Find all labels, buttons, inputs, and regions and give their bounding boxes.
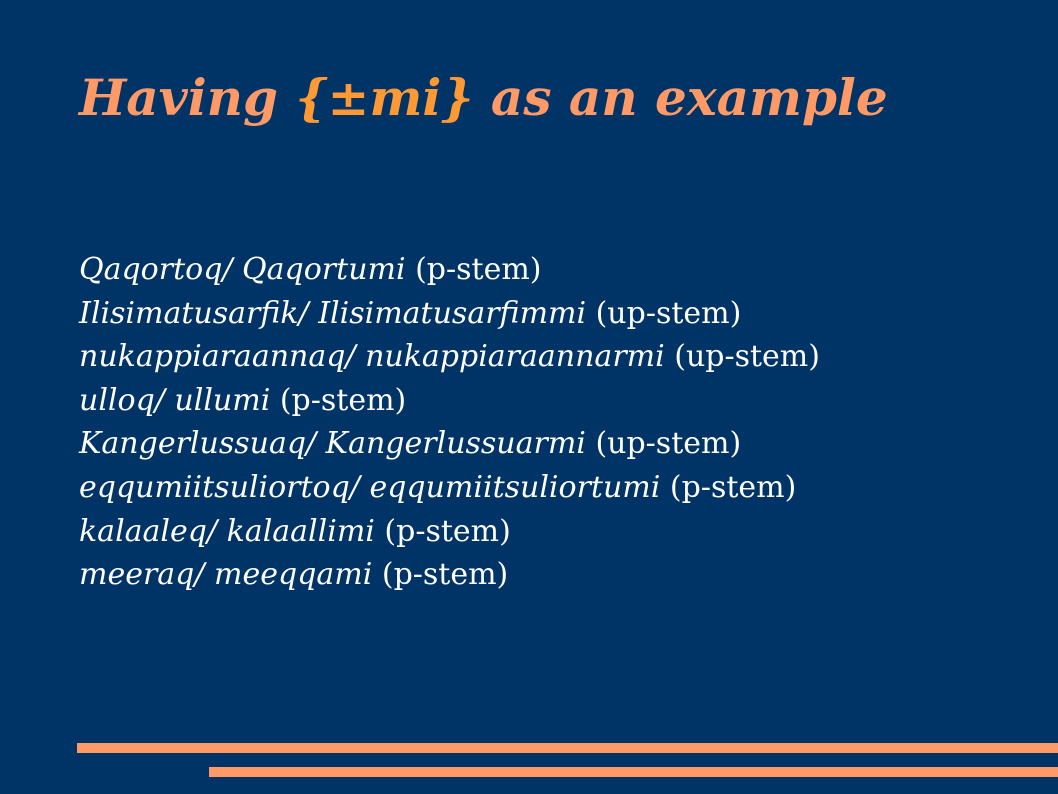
- stem-label: (p-stem): [372, 557, 509, 593]
- example-text: nukappiaraannaq/ nukappiaraannarmi: [79, 339, 665, 375]
- title-highlight: {±mi}: [295, 68, 474, 127]
- list-item: Qaqortoq/ Qaqortumi (p-stem): [79, 248, 820, 292]
- list-item: nukappiaraannaq/ nukappiaraannarmi (up-s…: [79, 335, 820, 379]
- list-item: ulloq/ ullumi (p-stem): [79, 379, 820, 423]
- list-item: eqqumiitsuliortoq/ eqqumiitsuliortumi (p…: [79, 466, 820, 510]
- stem-label: (up-stem): [586, 295, 742, 331]
- slide: Having {±mi} as an example Qaqortoq/ Qaq…: [0, 0, 1058, 794]
- list-item: Kangerlussuaq/ Kangerlussuarmi (up-stem): [79, 422, 820, 466]
- title-text-after: as an example: [473, 68, 888, 127]
- stem-label: (p-stem): [374, 513, 511, 549]
- stem-label: (p-stem): [270, 382, 407, 418]
- list-item: kalaaleq/ kalaallimi (p-stem): [79, 510, 820, 554]
- example-text: Qaqortoq/ Qaqortumi: [79, 252, 406, 287]
- stem-label: (up-stem): [664, 339, 820, 375]
- example-text: kalaaleq/ kalaallimi: [79, 513, 375, 549]
- example-text: Ilisimatusarfik/ Ilisimatusarfimmi: [79, 295, 587, 331]
- list-item: Ilisimatusarfik/ Ilisimatusarfimmi (up-s…: [79, 292, 820, 336]
- decorative-bar-top: [77, 743, 1058, 753]
- stem-label: (up-stem): [585, 426, 742, 462]
- example-text: Kangerlussuaq/ Kangerlussuarmi: [79, 426, 586, 462]
- example-list: Qaqortoq/ Qaqortumi (p-stem) Ilisimatusa…: [79, 248, 820, 597]
- list-item: meeraq/ meeqqami (p-stem): [79, 553, 820, 597]
- example-text: ulloq/ ullumi: [79, 382, 271, 418]
- example-text: eqqumiitsuliortoq/ eqqumiitsuliortumi: [79, 469, 661, 505]
- stem-label: (p-stem): [405, 252, 542, 287]
- slide-title: Having {±mi} as an example: [79, 66, 888, 130]
- stem-label: (p-stem): [660, 469, 797, 505]
- title-text-before: Having: [79, 68, 296, 127]
- decorative-bar-bottom: [209, 767, 1058, 777]
- example-text: meeraq/ meeqqami: [79, 557, 373, 593]
